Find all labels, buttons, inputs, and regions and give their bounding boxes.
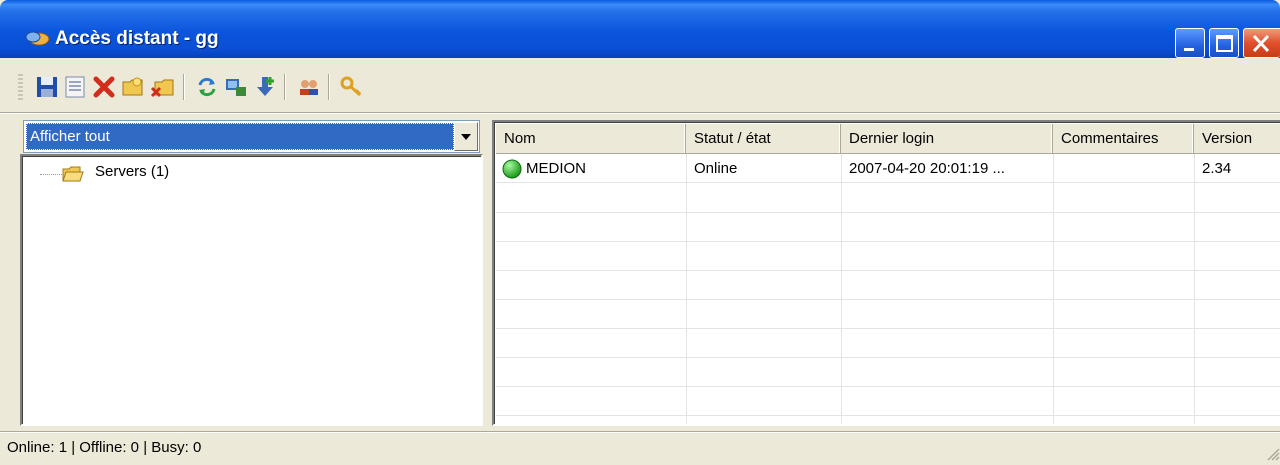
- column-header-version[interactable]: Version: [1194, 124, 1280, 154]
- refresh-icon: [198, 77, 216, 97]
- column-header-last-login[interactable]: Dernier login: [841, 124, 1053, 154]
- column-header-status[interactable]: Statut / état: [686, 124, 841, 154]
- filter-dropdown[interactable]: Afficher tout: [23, 120, 480, 153]
- dropdown-button[interactable]: [454, 122, 478, 151]
- column-header-name[interactable]: Nom: [496, 124, 686, 154]
- maximize-icon: [1216, 35, 1233, 52]
- cell-status: Online: [694, 160, 738, 177]
- window-title: Accès distant - gg: [55, 28, 219, 49]
- toolbar-separator: [183, 74, 185, 100]
- toolbar-divider: [0, 112, 1280, 114]
- users-button[interactable]: [296, 74, 322, 100]
- connect-button[interactable]: [223, 74, 249, 100]
- new-folder-icon: [122, 77, 143, 96]
- toolbar: [16, 66, 1280, 106]
- empty-row: [496, 300, 1280, 329]
- empty-row: [496, 184, 1280, 213]
- cell-name: MEDION: [526, 160, 586, 177]
- chevron-down-icon: [461, 134, 471, 140]
- minimize-button[interactable]: [1175, 28, 1205, 58]
- maximize-button[interactable]: [1209, 28, 1239, 58]
- empty-row: [496, 242, 1280, 271]
- delete-folder-icon: [150, 79, 174, 98]
- key-button[interactable]: [339, 74, 365, 100]
- new-folder-button[interactable]: [120, 74, 146, 100]
- status-bar: Online: 1 | Offline: 0 | Busy: 0: [0, 432, 1280, 461]
- delete-folder-button[interactable]: [150, 74, 176, 100]
- users-icon: [300, 80, 318, 95]
- save-button[interactable]: [34, 74, 60, 100]
- toolbar-separator: [328, 74, 330, 100]
- tree-node-servers[interactable]: Servers (1): [95, 163, 169, 180]
- empty-row: [496, 387, 1280, 416]
- empty-row: [496, 213, 1280, 242]
- minimize-icon: [1184, 48, 1194, 51]
- cell-version: 2.34: [1202, 160, 1232, 177]
- toolbar-separator: [284, 74, 286, 100]
- server-list[interactable]: Nom Statut / état Dernier login Commenta…: [492, 120, 1280, 426]
- cell-last-login: 2007-04-20 20:01:19 ...: [849, 160, 1005, 177]
- empty-row: [496, 271, 1280, 300]
- column-header-comments[interactable]: Commentaires: [1053, 124, 1194, 154]
- server-tree[interactable]: Servers (1): [20, 154, 483, 426]
- status-text: Online: 1 | Offline: 0 | Busy: 0: [7, 439, 202, 456]
- key-icon: [340, 76, 362, 97]
- cell-comments: [1053, 154, 1194, 183]
- add-server-button[interactable]: [252, 74, 278, 100]
- delete-icon: [93, 76, 115, 98]
- refresh-button[interactable]: [194, 74, 220, 100]
- close-icon: [1252, 34, 1270, 53]
- remote-access-window: Accès distant - gg Afficher tout Servers…: [0, 0, 1280, 461]
- list-header: Nom Statut / état Dernier login Commenta…: [496, 124, 1280, 154]
- add-server-icon: [257, 77, 274, 96]
- empty-row: [496, 329, 1280, 358]
- properties-icon: [65, 76, 85, 98]
- save-icon: [37, 77, 57, 97]
- resize-grip[interactable]: [1264, 445, 1280, 461]
- close-button[interactable]: [1243, 28, 1280, 58]
- table-row[interactable]: MEDION Online 2007-04-20 20:01:19 ... 2.…: [496, 154, 1280, 183]
- properties-button[interactable]: [62, 74, 88, 100]
- folder-icon: [62, 164, 84, 184]
- remote-access-icon: [24, 30, 50, 46]
- filter-selected-value[interactable]: Afficher tout: [26, 123, 454, 150]
- connect-icon: [226, 79, 246, 96]
- title-bar[interactable]: Accès distant - gg: [0, 0, 1280, 58]
- delete-button[interactable]: [91, 74, 117, 100]
- toolbar-grip[interactable]: [18, 74, 23, 102]
- pane-splitter[interactable]: [484, 114, 492, 430]
- empty-row: [496, 358, 1280, 387]
